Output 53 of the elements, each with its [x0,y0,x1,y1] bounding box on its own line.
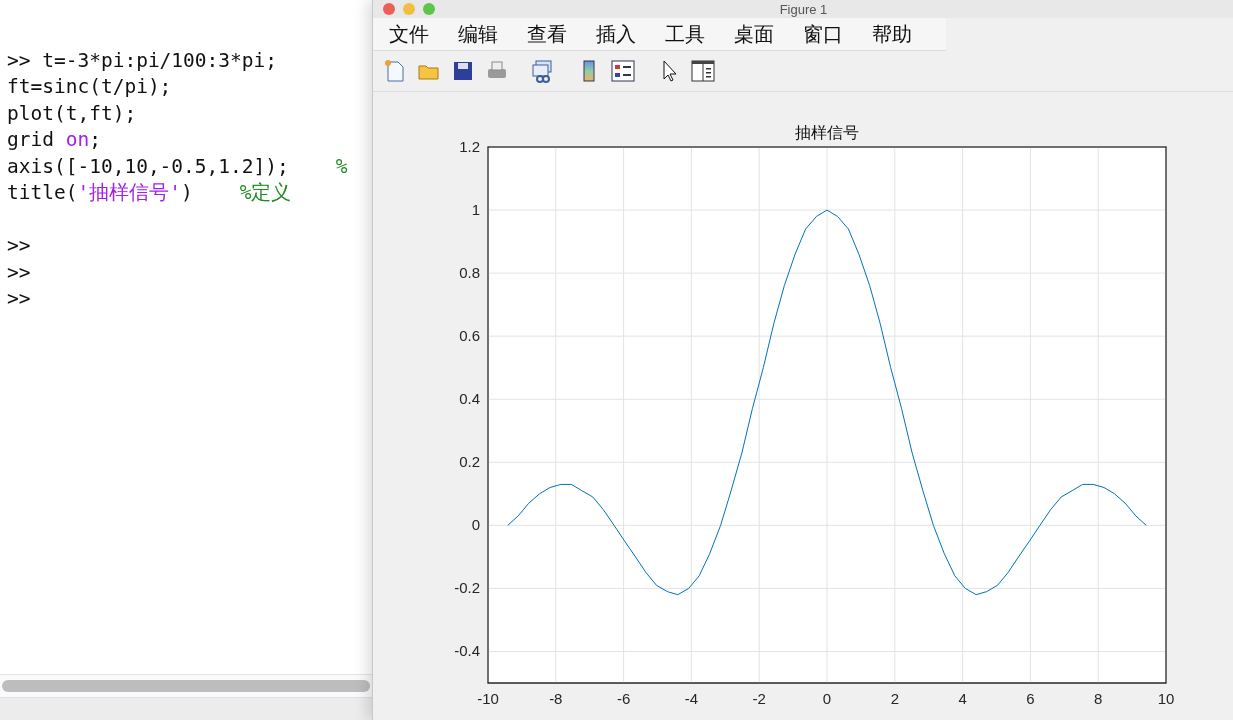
menu-item[interactable]: 编辑 [456,20,511,48]
zoom-icon[interactable] [423,3,435,15]
x-tick-label: 8 [1094,690,1103,707]
y-tick-label: 1 [471,201,480,219]
menu-item[interactable]: 工具 [663,20,718,48]
menu-item[interactable]: 桌面 [732,20,787,48]
x-tick-label: -6 [616,690,631,707]
code-text: axis([-10,10,-0.5,1.2]); [7,154,289,178]
y-tick-label: -0.2 [454,579,480,597]
toolbar-button[interactable] [609,57,637,85]
x-tick-label: 0 [822,690,832,707]
legend-icon [610,58,636,84]
code-text: plot(t,ft); [7,101,137,125]
code-text: ; [89,128,101,152]
property-panel-icon [690,58,716,84]
minimize-icon[interactable] [403,3,415,15]
menu-item[interactable]: 文件 [387,20,442,48]
code-comment: %定义 [239,180,292,207]
horizontal-scrollbar[interactable] [0,674,372,698]
chart-title: 抽样信号 [795,124,859,141]
y-tick-label: 0.4 [459,390,480,408]
menu-item[interactable]: 帮助 [870,20,925,48]
x-tick-label: -4 [684,690,699,707]
code-text: >> [7,234,31,258]
x-tick-label: 2 [890,690,899,707]
code-text: ft=sinc(t/pi); [7,75,172,99]
code-text: >> t=-3*pi:pi/100:3*pi; [7,48,278,72]
code-text: >> [7,260,31,284]
x-tick-label: -2 [752,690,766,707]
code-text: >> [7,287,31,311]
y-tick-label: -0.4 [454,642,480,660]
toolbar-button[interactable] [689,57,717,85]
window-title: Figure 1 [778,1,829,17]
code-text: on [65,128,90,152]
x-tick-label: 10 [1157,690,1175,707]
y-tick-label: 0.8 [459,264,480,282]
code-text: grid [7,128,55,152]
code-text: '抽样信号' [77,180,181,207]
x-tick-label: -10 [477,690,499,707]
y-tick-label: 0.6 [459,327,480,345]
close-icon[interactable] [383,3,395,15]
menu-item[interactable]: 查看 [525,20,580,48]
code-text: title( [7,181,78,205]
x-tick-label: 4 [958,690,967,707]
menu-item[interactable]: 窗口 [801,20,856,48]
y-tick-label: 1.2 [459,138,480,155]
x-tick-label: 6 [1026,690,1035,707]
y-tick-label: 0 [471,516,480,534]
y-tick-label: 0.2 [459,453,480,471]
code-comment: % [335,154,348,178]
code-text: ) [180,181,193,205]
menu-item[interactable]: 插入 [594,20,649,48]
x-tick-label: -8 [549,690,563,707]
